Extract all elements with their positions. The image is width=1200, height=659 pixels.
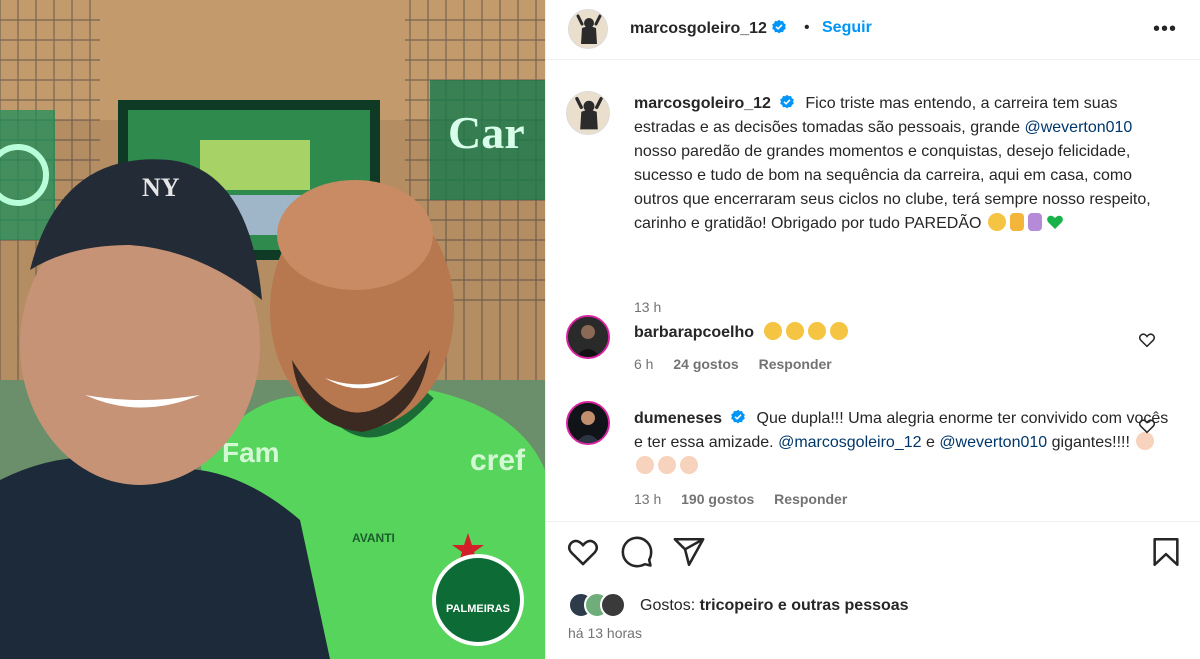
follow-button[interactable]: Seguir <box>822 19 872 37</box>
comment-likes[interactable]: 24 gostos <box>673 356 738 372</box>
commenter-avatar[interactable] <box>566 315 610 359</box>
caption-time: 13 h <box>634 299 662 315</box>
likes-suffix[interactable]: e outras pessoas <box>778 597 909 614</box>
commenter-avatar[interactable] <box>566 401 610 445</box>
save-icon[interactable] <box>1149 535 1183 569</box>
header-author[interactable]: marcosgoleiro_12 <box>630 19 787 38</box>
comment-username[interactable]: barbarapcoelho <box>634 324 754 341</box>
clap-emoji <box>658 456 676 474</box>
reply-button[interactable]: Responder <box>774 491 847 507</box>
post-timestamp: há 13 horas <box>568 625 642 641</box>
badge-text: PALMEIRAS <box>446 603 510 615</box>
comment-text: dumeneses Que dupla!!! Uma alegria enorm… <box>634 407 1174 479</box>
comment-item: barbarapcoelho 6 h 24 gostos Responder <box>566 315 1166 380</box>
sign-text: Car <box>448 107 525 158</box>
clap-emoji <box>764 322 783 340</box>
author-username[interactable]: marcosgoleiro_12 <box>630 20 767 37</box>
reply-button[interactable]: Responder <box>759 356 832 372</box>
clap-emoji <box>808 322 827 340</box>
clap-emoji <box>830 322 849 340</box>
comment-time: 6 h <box>634 356 654 372</box>
comment-username[interactable]: dumeneses <box>634 410 722 427</box>
verified-icon <box>772 19 786 34</box>
shirt-text-1: Fam <box>222 437 280 468</box>
comment-body-2: e <box>925 434 935 451</box>
author-avatar[interactable] <box>568 9 608 49</box>
more-icon[interactable]: ••• <box>1153 18 1177 41</box>
post-side-panel: marcosgoleiro_12 • Seguir ••• marcosgole… <box>545 0 1200 659</box>
comment-item: dumeneses Que dupla!!! Uma alegria enorm… <box>566 401 1168 511</box>
pleading-face-emoji <box>987 213 1006 231</box>
comment-like-icon[interactable] <box>1138 417 1156 435</box>
comments-area[interactable]: marcosgoleiro_12 Fico triste mas entendo… <box>546 60 1200 522</box>
caption-text: marcosgoleiro_12 Fico triste mas entendo… <box>634 92 1174 236</box>
avanti-text: AVANTI <box>352 531 395 545</box>
liker-avatar <box>600 592 626 618</box>
header-dot: • <box>804 19 810 36</box>
post-header: marcosgoleiro_12 • Seguir ••• <box>546 0 1200 60</box>
likes-prefix: Gostos: <box>640 597 696 614</box>
caption-username[interactable]: marcosgoleiro_12 <box>634 95 771 112</box>
clap-emoji <box>680 456 698 474</box>
comment-meta: 6 h 24 gostos Responder <box>634 356 848 372</box>
comment-text: barbarapcoelho <box>634 321 1174 345</box>
clap-emoji <box>636 456 654 474</box>
caption-body-2: nosso paredão de grandes momentos e conq… <box>634 143 1151 232</box>
share-icon[interactable] <box>672 535 706 569</box>
comment-meta: 13 h 190 gostos Responder <box>634 491 863 507</box>
comment-mention[interactable]: @marcosgoleiro_12 <box>778 434 921 451</box>
post-photo[interactable]: Car Fam cref AVANTI PALMEIRAS NY <box>0 0 545 659</box>
comment-body-3: gigantes!!!! <box>1051 434 1130 451</box>
thumbs-up-emoji <box>1009 213 1024 231</box>
green-heart-emoji <box>1046 213 1064 231</box>
comment-icon[interactable] <box>620 535 654 569</box>
caption-avatar[interactable] <box>566 91 610 135</box>
shirt-text-2: cref <box>470 444 526 477</box>
comment-likes[interactable]: 190 gostos <box>681 491 754 507</box>
action-bar <box>546 535 1200 575</box>
praying-hands-emoji <box>1027 213 1042 231</box>
likes-text: Gostos: tricopeiro e outras pessoas <box>640 597 909 615</box>
comment-time: 13 h <box>634 491 662 507</box>
comment-mention[interactable]: @weverton010 <box>939 434 1047 451</box>
like-icon[interactable] <box>566 535 600 569</box>
verified-icon <box>731 409 745 424</box>
caption-meta: 13 h <box>634 299 677 315</box>
clap-emoji <box>786 322 805 340</box>
cap-logo: NY <box>142 173 180 202</box>
caption: marcosgoleiro_12 Fico triste mas entendo… <box>566 91 1166 315</box>
caption-mention[interactable]: @weverton010 <box>1024 119 1132 136</box>
comment-like-icon[interactable] <box>1138 331 1156 349</box>
verified-icon <box>780 94 794 109</box>
likes-user[interactable]: tricopeiro <box>700 597 774 614</box>
